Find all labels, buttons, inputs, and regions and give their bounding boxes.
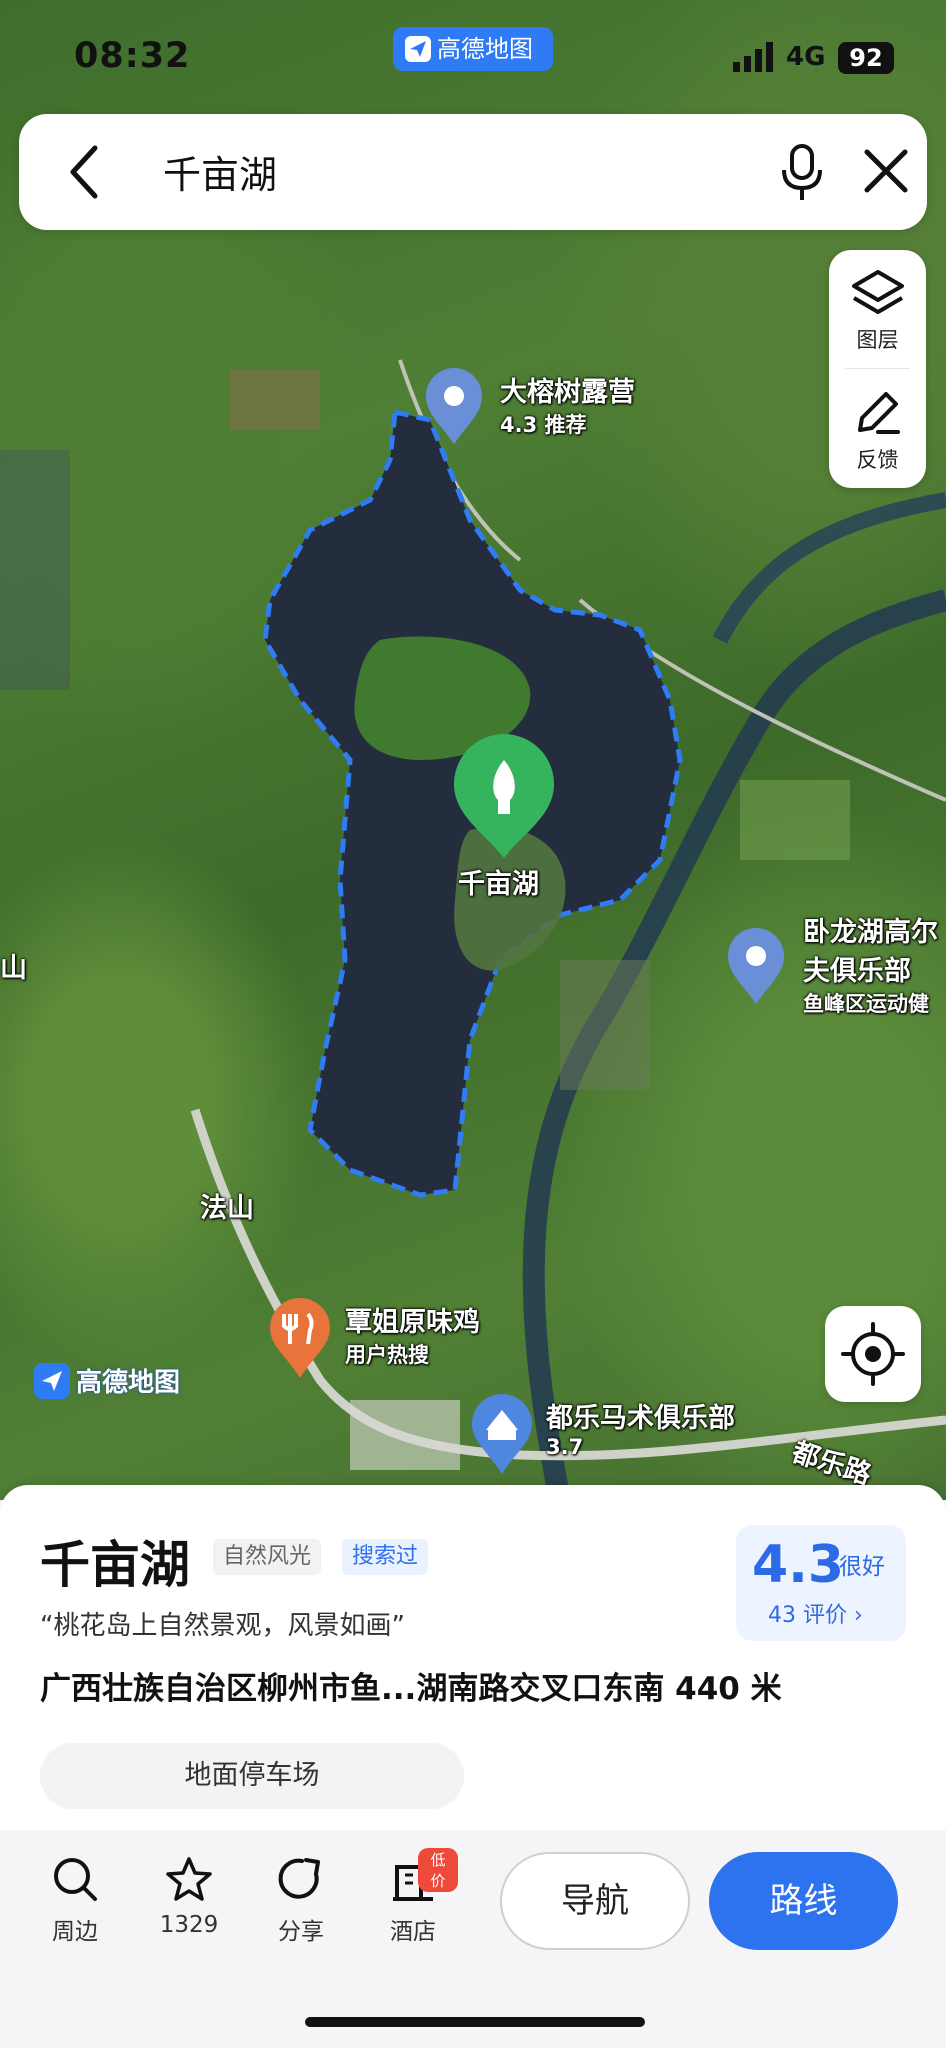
poi-pin-camp[interactable]: [422, 366, 486, 450]
share-icon: [278, 1858, 320, 1899]
navigate-button[interactable]: 导航: [500, 1852, 690, 1950]
nearby-label: 周边: [52, 1919, 98, 1945]
favorite-count: 1329: [159, 1912, 219, 1938]
map-watermark: 高德地图: [34, 1362, 180, 1399]
map-tools-panel: 图层 反馈: [829, 250, 926, 488]
rating-word: 很好: [839, 1554, 885, 1580]
route-button[interactable]: 路线: [709, 1852, 898, 1950]
network-type: 4G: [786, 42, 826, 72]
review-count-link[interactable]: 43 评价 ›: [768, 1597, 863, 1629]
place-title: 千亩湖: [40, 1536, 190, 1594]
action-bar: 周边 1329 分享 低价 酒店 导航 路线: [0, 1830, 946, 2048]
microphone-icon[interactable]: [779, 142, 825, 202]
location-target-icon: [841, 1322, 905, 1386]
poi-label-horse-club[interactable]: 都乐马术俱乐部 3.7: [546, 1396, 735, 1459]
layers-button[interactable]: 图层: [829, 250, 926, 368]
battery-indicator: 92: [838, 42, 894, 74]
back-arrow-icon[interactable]: [65, 144, 105, 200]
search-query[interactable]: 千亩湖: [163, 144, 277, 199]
favorite-button[interactable]: 1329: [144, 1852, 234, 1938]
home-indicator[interactable]: [305, 2017, 645, 2027]
poi-name: 都乐马术俱乐部: [546, 1403, 735, 1434]
category-tag: 自然风光: [213, 1539, 322, 1575]
feedback-button[interactable]: 反馈: [829, 370, 926, 488]
star-icon: [166, 1857, 212, 1901]
rating-card[interactable]: 4.3 很好 43 评价 ›: [736, 1525, 906, 1641]
poi-pin-golf[interactable]: [724, 926, 788, 1010]
poi-label-golf[interactable]: 卧龙湖高尔 夫俱乐部 鱼峰区运动健: [803, 910, 938, 1018]
app-return-pill[interactable]: 高德地图: [393, 27, 553, 71]
status-bar: 08:32 高德地图 4G 92: [0, 0, 946, 110]
poi-sub: 鱼峰区运动健: [803, 992, 929, 1016]
poi-pin-restaurant[interactable]: [266, 1296, 334, 1384]
poi-label-lake[interactable]: 千亩湖: [458, 862, 539, 901]
search-bar[interactable]: 千亩湖: [19, 114, 927, 230]
cellular-signal-icon: [733, 42, 773, 72]
feedback-label: 反馈: [856, 448, 899, 472]
place-label-edge: 山: [0, 953, 27, 984]
divider: [845, 368, 910, 369]
poi-name-line2: 夫俱乐部: [803, 956, 911, 987]
review-quote: “桃花岛上自然景观，风景如画”: [40, 1611, 405, 1641]
locate-me-button[interactable]: [825, 1306, 921, 1402]
searched-tag: 搜索过: [342, 1539, 429, 1575]
place-address[interactable]: 广西壮族自治区柳州市鱼...湖南路交叉口东南 440 米: [40, 1663, 782, 1708]
poi-pin-lake-selected[interactable]: [450, 730, 558, 864]
status-time: 08:32: [74, 36, 191, 76]
poi-name: 大榕树露营: [500, 377, 635, 408]
poi-label-restaurant[interactable]: 覃姐原味鸡 用户热搜: [345, 1300, 480, 1369]
nearby-button[interactable]: 周边: [30, 1852, 120, 1946]
layers-label: 图层: [856, 328, 899, 352]
poi-name-line1: 卧龙湖高尔: [803, 917, 938, 948]
poi-name: 千亩湖: [458, 869, 539, 900]
share-label: 分享: [278, 1919, 324, 1945]
hotel-label: 酒店: [390, 1919, 436, 1945]
edit-pen-icon: [857, 392, 900, 434]
rating-score: 4.3: [752, 1535, 845, 1595]
share-button[interactable]: 分享: [256, 1852, 346, 1946]
layers-icon: [851, 270, 904, 314]
hotel-button[interactable]: 低价 酒店: [368, 1848, 458, 1946]
amap-logo-icon: [34, 1362, 70, 1399]
poi-sub: 4.3 推荐: [500, 413, 587, 437]
place-label-fashan: 法山: [200, 1193, 254, 1224]
poi-pin-horse-club[interactable]: [468, 1392, 536, 1480]
low-price-badge: 低价: [418, 1848, 458, 1892]
parking-chip[interactable]: 地面停车场: [40, 1743, 464, 1809]
poi-sub: 用户热搜: [345, 1343, 429, 1367]
poi-label-camp[interactable]: 大榕树露营 4.3 推荐: [500, 370, 635, 439]
poi-name: 覃姐原味鸡: [345, 1307, 480, 1338]
amap-logo-icon: [405, 36, 431, 62]
close-icon[interactable]: [861, 146, 911, 196]
poi-sub: 3.7: [546, 1435, 584, 1459]
search-icon: [54, 1858, 97, 1901]
